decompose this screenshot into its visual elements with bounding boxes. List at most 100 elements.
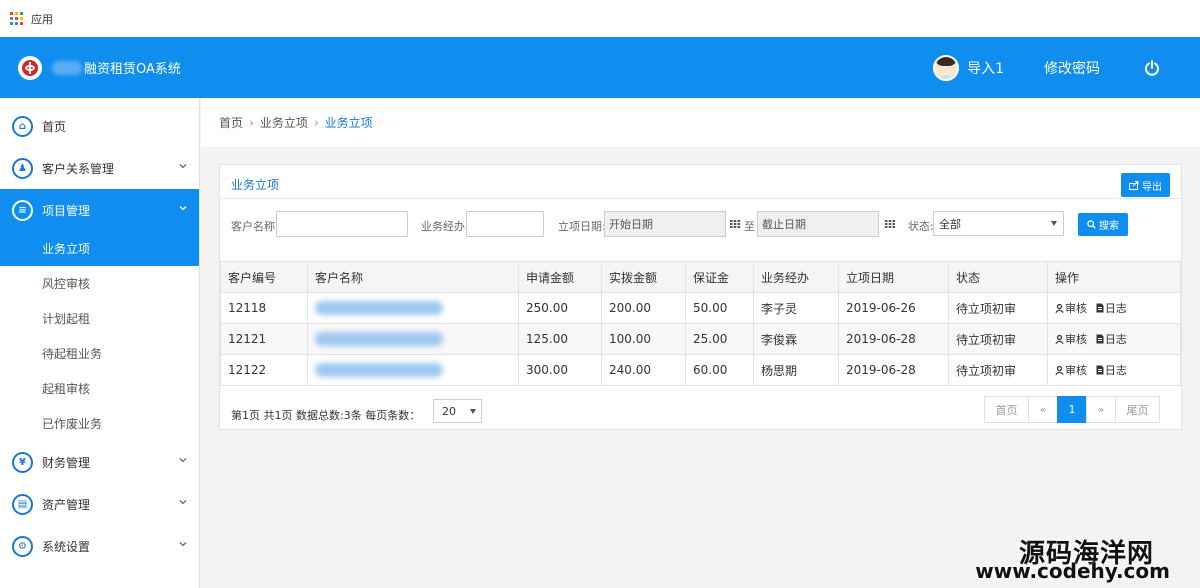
page-1-button[interactable]: 1	[1057, 396, 1087, 423]
col-applied-amount[interactable]: 申请金额	[518, 261, 602, 293]
cell-deposit: 25.00	[685, 323, 754, 355]
submenu-item-pending-lease[interactable]: 待起租业务	[0, 336, 199, 371]
table-row[interactable]: 12118 250.00 200.00 50.00 李子灵 2019-06-26…	[220, 292, 1181, 324]
cell-manager: 李俊霖	[753, 323, 839, 355]
calendar-icon[interactable]	[885, 220, 895, 228]
submenu-item-risk-review[interactable]: 风控审核	[0, 266, 199, 301]
first-page-button[interactable]: 首页	[984, 396, 1029, 423]
col-customer-id[interactable]: 客户编号	[220, 261, 308, 293]
pagination: 首页 « 1 » 尾页	[984, 396, 1160, 423]
sidebar-item-label: 资产管理	[42, 497, 91, 512]
power-icon[interactable]	[1144, 59, 1160, 76]
cell-status: 待立项初审	[948, 323, 1048, 355]
last-page-button[interactable]: 尾页	[1115, 396, 1160, 423]
breadcrumb: 首页 › 业务立项 › 业务立项	[201, 98, 1200, 147]
review-action[interactable]: 审核	[1055, 362, 1087, 378]
sidebar-item-label: 项目管理	[42, 203, 91, 218]
sidebar-item-projects[interactable]: ≡ 项目管理	[0, 189, 199, 231]
apps-grid-icon[interactable]	[10, 12, 23, 25]
review-label: 审核	[1065, 333, 1087, 347]
sidebar-item-settings[interactable]: ⚙ 系统设置	[0, 525, 199, 567]
business-table: 客户编号 客户名称 申请金额 实拨金额 保证金 业务经办 立项日期 状态 操作 …	[220, 261, 1181, 386]
submenu-item-voided[interactable]: 已作废业务	[0, 406, 199, 441]
business-setup-panel: 业务立项 导出 客户名称: 业务经办: 立项日期: 至 状态: 全部	[219, 164, 1182, 430]
export-button[interactable]: 导出	[1121, 173, 1170, 197]
export-icon	[1129, 180, 1139, 190]
col-actions: 操作	[1047, 261, 1181, 293]
file-icon	[1096, 334, 1104, 344]
sidebar-item-finance[interactable]: ¥ 财务管理	[0, 441, 199, 483]
chevron-down-icon	[179, 206, 187, 211]
review-action[interactable]: 审核	[1055, 300, 1087, 316]
log-action[interactable]: 日志	[1096, 331, 1127, 347]
change-password-link[interactable]: 修改密码	[1044, 58, 1100, 78]
user-icon	[1055, 303, 1064, 313]
calendar-icon[interactable]	[730, 220, 740, 228]
page-size-select[interactable]: 20	[433, 399, 482, 423]
search-button[interactable]: 搜索	[1078, 213, 1128, 236]
submenu-item-business-setup[interactable]: 业务立项	[0, 231, 199, 266]
chevron-down-icon	[179, 164, 187, 169]
document-icon: ▤	[12, 493, 33, 515]
log-label: 日志	[1104, 332, 1127, 346]
breadcrumb-separator-icon: ›	[249, 115, 254, 130]
gear-icon: ⚙	[12, 535, 33, 557]
customer-name-input[interactable]	[276, 211, 408, 237]
page-size-value: 20	[442, 404, 456, 418]
log-action[interactable]: 日志	[1096, 362, 1127, 378]
cell-customer-name[interactable]	[307, 323, 519, 355]
sidebar-item-assets[interactable]: ▤ 资产管理	[0, 483, 199, 525]
prev-page-button[interactable]: «	[1028, 396, 1058, 423]
col-deposit[interactable]: 保证金	[685, 261, 754, 293]
log-label: 日志	[1104, 363, 1127, 377]
table-row[interactable]: 12121 125.00 100.00 25.00 李俊霖 2019-06-28…	[220, 323, 1181, 355]
col-disbursed-amount[interactable]: 实拨金额	[601, 261, 686, 293]
app-title: 融资租赁OA系统	[84, 62, 181, 77]
cell-setup-date: 2019-06-26	[838, 292, 949, 324]
start-date-input[interactable]	[604, 211, 726, 237]
submenu-item-lease-review[interactable]: 起租审核	[0, 371, 199, 406]
sidebar-item-crm[interactable]: ♟ 客户关系管理	[0, 147, 199, 189]
status-select[interactable]: 全部	[933, 211, 1064, 236]
end-date-input[interactable]	[757, 211, 879, 237]
users-icon: ♟	[12, 157, 33, 179]
review-label: 审核	[1065, 302, 1087, 316]
cell-deposit: 60.00	[685, 354, 754, 386]
chevron-down-icon	[179, 500, 187, 505]
breadcrumb-section[interactable]: 业务立项	[260, 114, 308, 131]
watermark-url: www.codehy.com	[975, 559, 1170, 583]
log-action[interactable]: 日志	[1096, 300, 1127, 316]
sidebar-item-home[interactable]: ⌂ 首页	[0, 105, 199, 147]
home-icon: ⌂	[12, 115, 33, 137]
cell-applied-amount: 300.00	[518, 354, 602, 386]
status-select-value: 全部	[939, 217, 961, 231]
export-label: 导出	[1142, 181, 1162, 193]
user-name[interactable]: 导入1	[967, 58, 1004, 78]
sidebar-item-label: 首页	[42, 119, 67, 134]
col-manager[interactable]: 业务经办	[753, 261, 839, 293]
cell-disbursed-amount: 200.00	[601, 292, 686, 324]
date-range-to: 至	[744, 220, 755, 233]
col-status[interactable]: 状态	[948, 261, 1048, 293]
setup-date-label: 立项日期:	[558, 220, 606, 233]
table-header-row: 客户编号 客户名称 申请金额 实拨金额 保证金 业务经办 立项日期 状态 操作	[220, 261, 1181, 293]
col-customer-name[interactable]: 客户名称	[307, 261, 519, 293]
company-logo-icon	[18, 55, 42, 80]
user-avatar[interactable]	[933, 54, 960, 81]
breadcrumb-separator-icon: ›	[313, 115, 319, 130]
review-action[interactable]: 审核	[1055, 331, 1087, 347]
manager-input[interactable]	[466, 211, 544, 237]
table-row[interactable]: 12122 300.00 240.00 60.00 杨思期 2019-06-28…	[220, 354, 1181, 386]
cell-customer-id: 12121	[220, 323, 308, 355]
customer-name-label: 客户名称:	[231, 220, 279, 233]
apps-label[interactable]: 应用	[31, 11, 53, 27]
cell-customer-name[interactable]	[307, 292, 519, 324]
cell-customer-id: 12122	[220, 354, 308, 386]
cell-customer-name[interactable]	[307, 354, 519, 386]
submenu-item-planned-lease[interactable]: 计划起租	[0, 301, 199, 336]
breadcrumb-home[interactable]: 首页	[219, 114, 243, 131]
col-setup-date[interactable]: 立项日期	[838, 261, 949, 293]
next-page-button[interactable]: »	[1086, 396, 1116, 423]
blurred-customer-name	[315, 363, 443, 378]
panel-divider	[220, 198, 1181, 199]
